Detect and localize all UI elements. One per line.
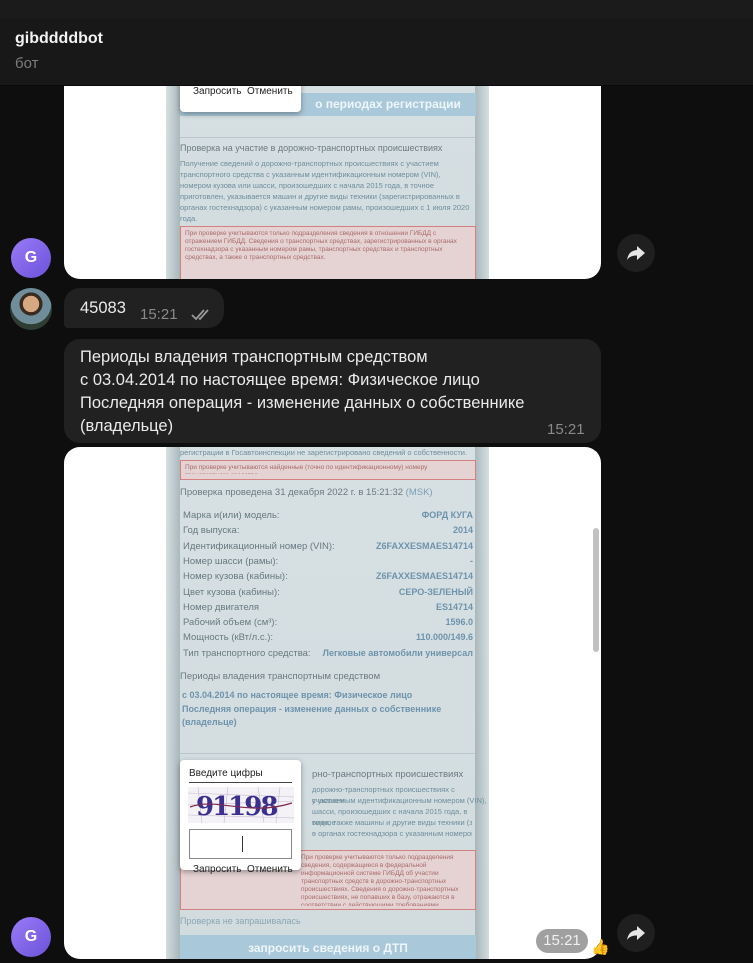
sent-message-time: 15:21 bbox=[140, 306, 178, 323]
periods-line-2: Последняя операция - изменение данных о … bbox=[182, 704, 442, 714]
info-row-value: Z6FAXXESMAES14714 bbox=[375, 571, 473, 582]
captcha-image: 91198 bbox=[188, 787, 294, 823]
sent-message-text: 45083 bbox=[80, 299, 126, 317]
warning-box: При проверке учитываются только подразде… bbox=[180, 226, 476, 279]
info-row-label: Цвет кузова (кабины): bbox=[183, 586, 280, 598]
captcha-request-button[interactable]: Запросить bbox=[193, 86, 242, 97]
photo-message-top[interactable]: о периодах регистрации Проверка на участ… bbox=[64, 86, 601, 279]
share-arrow-icon bbox=[627, 246, 645, 260]
forward-button[interactable] bbox=[617, 234, 655, 272]
info-row-value: Легковые автомобили универсал bbox=[322, 647, 473, 658]
reply-line-1: Периоды владения транспортным средством bbox=[80, 348, 428, 366]
section-desc-4: вида, также машины и другие виды техники… bbox=[312, 818, 472, 827]
info-row-label: Марка и(или) модель: bbox=[183, 510, 280, 521]
section-title: Проверка на участие в дорожно-транспортн… bbox=[180, 143, 443, 153]
request-dtp-button[interactable]: запросить сведения о ДТП bbox=[180, 935, 476, 959]
photo-message-bottom[interactable]: регистрации в Госавтоинспекции не зареги… bbox=[64, 447, 601, 959]
thumbs-up-reaction[interactable]: 👍 bbox=[591, 938, 610, 956]
chat-header[interactable]: gibddddbot бот bbox=[0, 18, 753, 86]
captcha-input[interactable] bbox=[189, 829, 292, 859]
bot-avatar[interactable]: G bbox=[11, 238, 51, 278]
reply-line-4: (владельце) bbox=[80, 417, 174, 435]
info-row-label: Год выпуска: bbox=[183, 525, 240, 537]
chat-subtitle: бот bbox=[15, 55, 39, 72]
periods-line-3: (владельце) bbox=[182, 717, 237, 727]
section-description: Получение сведений о дорожно-транспортны… bbox=[180, 159, 470, 223]
scrollbar-thumb[interactable] bbox=[593, 528, 599, 652]
share-arrow-icon bbox=[627, 926, 645, 940]
info-row-label: Мощность (кВт/л.с.): bbox=[183, 632, 274, 644]
info-row-label: Номер шасси (рамы): bbox=[183, 555, 279, 567]
info-row-label: Тип транспортного средства: bbox=[183, 647, 311, 659]
info-row-value: СЕРО-ЗЕЛЕНЫЙ bbox=[398, 586, 473, 597]
user-avatar[interactable] bbox=[10, 288, 52, 330]
chat-title: gibddddbot bbox=[15, 30, 103, 47]
captcha-cancel-button[interactable]: Отменить bbox=[247, 864, 293, 875]
reply-message-time: 15:21 bbox=[547, 421, 585, 438]
captcha-label: Введите цифры bbox=[189, 768, 263, 779]
info-row-label: Номер двигателя bbox=[183, 601, 260, 613]
info-row-value: - bbox=[470, 555, 473, 566]
captcha-request-button[interactable]: Запросить bbox=[193, 864, 242, 875]
reply-line-2: с 03.04.2014 по настоящее время: Физичес… bbox=[80, 371, 480, 389]
info-row-label: Рабочий объем (см³): bbox=[183, 617, 278, 629]
periods-line-1: с 03.04.2014 по настоящее время: Физичес… bbox=[182, 690, 413, 700]
window-top-strip bbox=[0, 0, 753, 18]
message-list[interactable]: о периодах регистрации Проверка на участ… bbox=[0, 86, 753, 963]
top-warning-box: При проверке учитываются найденные (точн… bbox=[180, 460, 476, 480]
bot-avatar[interactable]: G bbox=[11, 917, 51, 957]
captcha-popup-top: Запросить Отменить bbox=[180, 86, 301, 112]
document-page: о периодах регистрации Проверка на участ… bbox=[166, 86, 489, 279]
captcha-cancel-button[interactable]: Отменить bbox=[247, 86, 293, 97]
section-title-partial: рно-транспортных происшествиях bbox=[312, 769, 464, 780]
info-row-value: 1596.0 bbox=[445, 617, 473, 628]
double-check-icon bbox=[191, 309, 209, 321]
section-desc-5: в органах гостехнадзора с указанным номе… bbox=[312, 829, 472, 838]
info-row-value: Z6FAXXESMAES14714 bbox=[375, 540, 473, 551]
reply-line-3: Последняя операция - изменение данных о … bbox=[80, 394, 525, 412]
info-row-value: 110.000/149.6 bbox=[415, 632, 473, 643]
info-row-value: ES14714 bbox=[435, 601, 473, 612]
check-date: Проверка проведена 31 декабря 2022 г. в … bbox=[180, 487, 433, 498]
info-row-value: ФОРД КУГА bbox=[421, 510, 473, 520]
photo-time: 15:21 bbox=[536, 929, 588, 953]
reply-message-bubble[interactable]: Периоды владения транспортным средством … bbox=[64, 339, 601, 443]
document-page: регистрации в Госавтоинспекции не зареги… bbox=[166, 447, 489, 959]
info-row-value: 2014 bbox=[452, 525, 473, 536]
periods-title: Периоды владения транспортным средством bbox=[180, 671, 381, 682]
captcha-popup: Введите цифры 91198 Запросить Отменить bbox=[180, 760, 301, 875]
sent-message-bubble[interactable]: 45083 15:21 bbox=[64, 288, 224, 328]
top-snippet: регистрации в Госавтоинспекции не зареги… bbox=[180, 448, 468, 457]
info-row-label: Номер кузова (кабины): bbox=[183, 571, 288, 583]
forward-button[interactable] bbox=[617, 914, 655, 952]
not-requested-text: Проверка не запрашивалась bbox=[180, 916, 301, 926]
section-desc-2: с указанным идентификационным номером (V… bbox=[312, 796, 487, 805]
